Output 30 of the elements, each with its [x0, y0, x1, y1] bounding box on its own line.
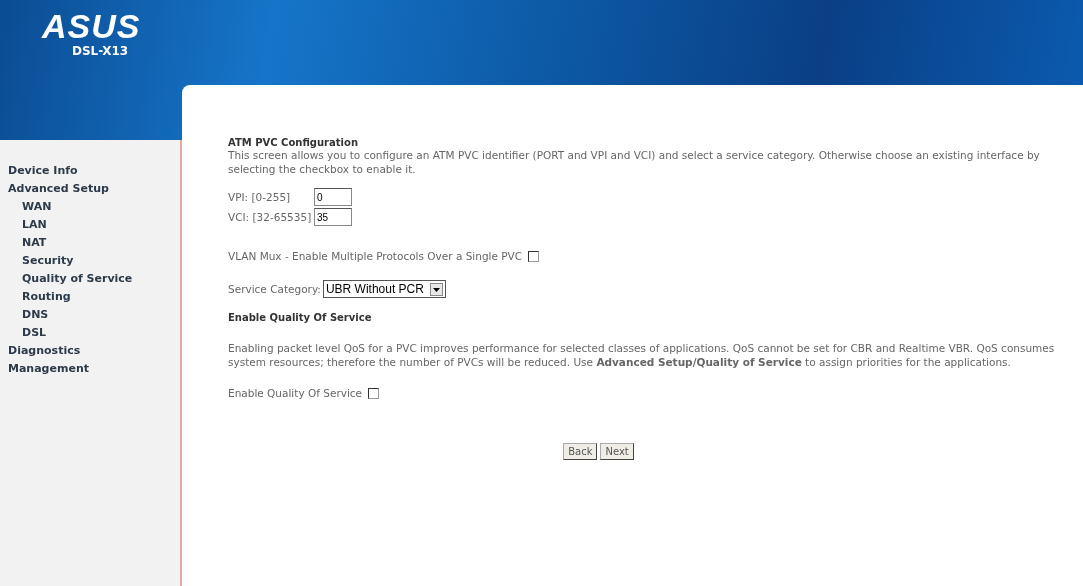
- model-name: DSL-X13: [72, 44, 129, 58]
- input-field[interactable]: 0: [314, 188, 352, 206]
- nav-link[interactable]: Security: [0, 252, 74, 270]
- checkbox[interactable]: [528, 250, 540, 262]
- description: Enabling packet level QoS for a PVC improves performance for selected classes of applications. QoS cannot be set for CBR and Realtime VBR. QoS consumes system resources; therefore the number of PVCs will be reduced. Use Advanced Setup/Quality of Service to assign priorities for the applications.: [228, 341, 1056, 369]
- nav-link[interactable]: Diagnostics: [0, 342, 81, 360]
- description: This screen allows you to configure an ATM PVC identifier (PORT and VPI and VCI) and select a service category. Otherwise choose an existing interface by selecting the checkbox to enable it.: [228, 148, 1041, 176]
- section-title: ATM PVC Configuration: [228, 137, 359, 148]
- checkbox-label: Enable Quality Of Service: [228, 387, 363, 399]
- nav-link[interactable]: NAT: [0, 234, 47, 252]
- nav-link[interactable]: Management: [0, 360, 89, 378]
- field-label: VCI: [32-65535]: [228, 211, 313, 223]
- brand-logo: ASUS: [42, 8, 141, 44]
- section-title: Enable Quality Of Service: [228, 312, 373, 323]
- nav-link[interactable]: LAN: [0, 216, 47, 234]
- checkbox-label: VLAN Mux - Enable Multiple Protocols Over a Single PVC: [228, 250, 523, 262]
- nav-link[interactable]: DSL: [0, 324, 47, 342]
- input-field[interactable]: 35: [314, 208, 352, 226]
- nav-button[interactable]: Back: [563, 443, 598, 460]
- service-category-dropdown[interactable]: UBR Without PCR: [322, 280, 446, 298]
- nav-link[interactable]: Quality of Service: [0, 270, 133, 288]
- field-label: Service Category:: [228, 283, 321, 295]
- nav-link[interactable]: WAN: [0, 198, 52, 216]
- nav-link[interactable]: DNS: [0, 306, 49, 324]
- nav-link[interactable]: Advanced Setup: [0, 180, 109, 198]
- nav-link[interactable]: Routing: [0, 288, 71, 306]
- nav-link[interactable]: Device Info: [0, 162, 78, 180]
- nav-button[interactable]: Next: [600, 443, 634, 460]
- checkbox[interactable]: [368, 387, 380, 399]
- field-label: VPI: [0-255]: [228, 191, 292, 203]
